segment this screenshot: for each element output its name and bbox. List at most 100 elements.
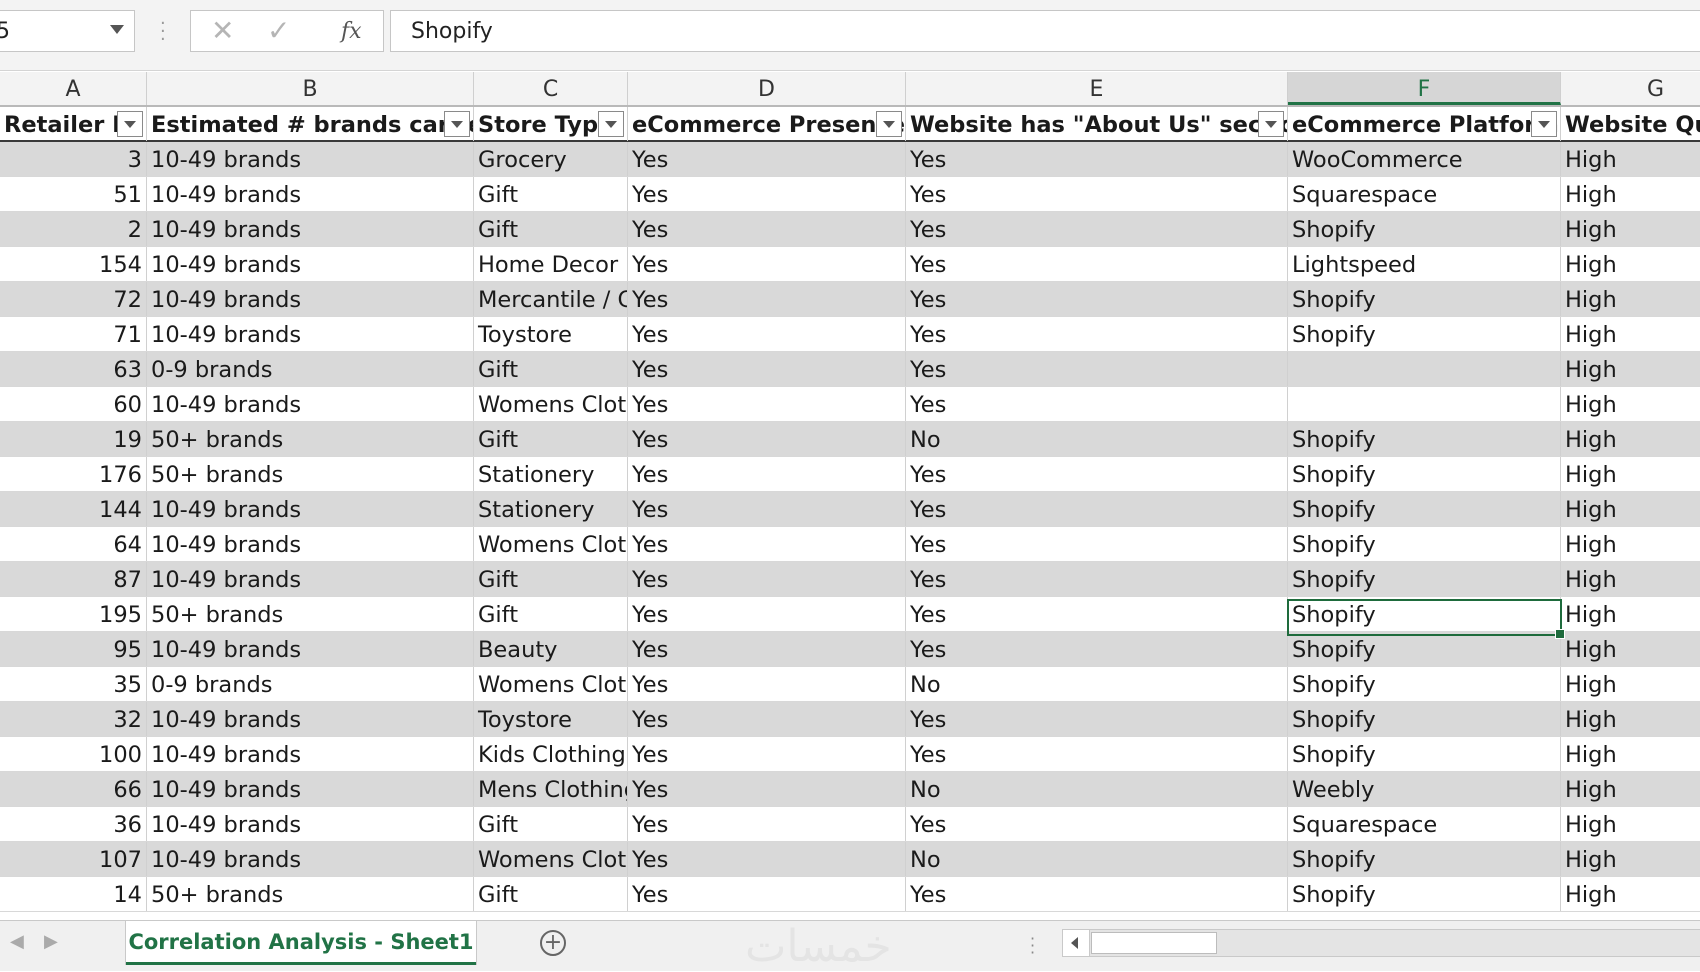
- horizontal-scrollbar[interactable]: [1062, 929, 1700, 957]
- cell-retailer-id[interactable]: 154: [0, 247, 147, 281]
- cell-retailer-id[interactable]: 144: [0, 492, 147, 526]
- cell-brands-carried[interactable]: 10-49 brands: [147, 702, 474, 736]
- cell-retailer-id[interactable]: 95: [0, 632, 147, 666]
- cell-about-us-section[interactable]: Yes: [906, 807, 1288, 841]
- filter-dropdown-icon[interactable]: [876, 111, 902, 137]
- cell-brands-carried[interactable]: 10-49 brands: [147, 562, 474, 596]
- cell-ecommerce-presence[interactable]: Yes: [628, 492, 906, 526]
- column-header-e[interactable]: E: [906, 72, 1288, 105]
- cell-brands-carried[interactable]: 10-49 brands: [147, 632, 474, 666]
- filter-dropdown-icon[interactable]: [117, 111, 143, 137]
- cell-ecommerce-platform[interactable]: Shopify: [1288, 282, 1561, 316]
- splitter-handle-icon[interactable]: · · ·: [1030, 931, 1035, 961]
- cell-about-us-section[interactable]: Yes: [906, 597, 1288, 631]
- column-header-b[interactable]: B: [147, 72, 474, 105]
- column-header-a[interactable]: A: [0, 72, 147, 105]
- cell-brands-carried[interactable]: 50+ brands: [147, 877, 474, 911]
- filter-dropdown-icon[interactable]: [1531, 111, 1557, 137]
- cell-ecommerce-presence[interactable]: Yes: [628, 247, 906, 281]
- cell-about-us-section[interactable]: Yes: [906, 212, 1288, 246]
- cell-ecommerce-presence[interactable]: Yes: [628, 842, 906, 876]
- cell-about-us-section[interactable]: Yes: [906, 142, 1288, 176]
- cell-ecommerce-platform[interactable]: Shopify: [1288, 667, 1561, 701]
- cell-ecommerce-platform[interactable]: Shopify: [1288, 842, 1561, 876]
- cell-ecommerce-presence[interactable]: Yes: [628, 457, 906, 491]
- column-header-f[interactable]: F: [1288, 72, 1561, 105]
- cell-brands-carried[interactable]: 50+ brands: [147, 597, 474, 631]
- header-cell-brands-carried[interactable]: Estimated # brands carried: [147, 107, 474, 141]
- cell-website-quality[interactable]: High: [1561, 352, 1700, 386]
- cell-website-quality[interactable]: High: [1561, 842, 1700, 876]
- cell-store-type[interactable]: Stationery: [474, 492, 628, 526]
- cell-brands-carried[interactable]: 10-49 brands: [147, 247, 474, 281]
- cell-website-quality[interactable]: High: [1561, 737, 1700, 771]
- cell-ecommerce-platform[interactable]: Shopify: [1288, 632, 1561, 666]
- cell-about-us-section[interactable]: Yes: [906, 877, 1288, 911]
- cell-store-type[interactable]: Mercantile / G: [474, 282, 628, 316]
- cell-ecommerce-platform[interactable]: Lightspeed: [1288, 247, 1561, 281]
- filter-dropdown-icon[interactable]: [444, 111, 470, 137]
- cell-retailer-id[interactable]: 36: [0, 807, 147, 841]
- cell-about-us-section[interactable]: Yes: [906, 352, 1288, 386]
- cell-ecommerce-presence[interactable]: Yes: [628, 562, 906, 596]
- header-cell-ecommerce-platform[interactable]: eCommerce Platform: [1288, 107, 1561, 141]
- cell-website-quality[interactable]: High: [1561, 282, 1700, 316]
- column-header-g[interactable]: G: [1561, 72, 1700, 105]
- cell-store-type[interactable]: Beauty: [474, 632, 628, 666]
- cell-brands-carried[interactable]: 50+ brands: [147, 457, 474, 491]
- cell-website-quality[interactable]: High: [1561, 247, 1700, 281]
- cell-ecommerce-platform[interactable]: Shopify: [1288, 527, 1561, 561]
- cell-store-type[interactable]: Home Decor: [474, 247, 628, 281]
- enter-icon[interactable]: ✓: [267, 14, 290, 47]
- cell-about-us-section[interactable]: Yes: [906, 247, 1288, 281]
- cell-store-type[interactable]: Gift: [474, 807, 628, 841]
- scroll-tabs-left-icon[interactable]: ◀: [10, 931, 24, 952]
- cell-store-type[interactable]: Grocery: [474, 142, 628, 176]
- cell-store-type[interactable]: Gift: [474, 562, 628, 596]
- cell-ecommerce-presence[interactable]: Yes: [628, 317, 906, 351]
- column-header-d[interactable]: D: [628, 72, 906, 105]
- cell-ecommerce-platform[interactable]: [1288, 352, 1561, 386]
- cell-brands-carried[interactable]: 10-49 brands: [147, 737, 474, 771]
- cell-website-quality[interactable]: High: [1561, 317, 1700, 351]
- cell-store-type[interactable]: Womens Clot: [474, 842, 628, 876]
- cell-retailer-id[interactable]: 51: [0, 177, 147, 211]
- cell-brands-carried[interactable]: 0-9 brands: [147, 667, 474, 701]
- cell-retailer-id[interactable]: 107: [0, 842, 147, 876]
- cell-retailer-id[interactable]: 71: [0, 317, 147, 351]
- cell-about-us-section[interactable]: Yes: [906, 317, 1288, 351]
- cell-website-quality[interactable]: High: [1561, 527, 1700, 561]
- cell-brands-carried[interactable]: 10-49 brands: [147, 842, 474, 876]
- cell-ecommerce-presence[interactable]: Yes: [628, 597, 906, 631]
- cell-retailer-id[interactable]: 32: [0, 702, 147, 736]
- cell-brands-carried[interactable]: 10-49 brands: [147, 142, 474, 176]
- cell-ecommerce-presence[interactable]: Yes: [628, 177, 906, 211]
- cell-ecommerce-platform[interactable]: Shopify: [1288, 492, 1561, 526]
- cell-retailer-id[interactable]: 66: [0, 772, 147, 806]
- cell-brands-carried[interactable]: 10-49 brands: [147, 317, 474, 351]
- cell-brands-carried[interactable]: 10-49 brands: [147, 807, 474, 841]
- cell-ecommerce-platform[interactable]: Shopify: [1288, 877, 1561, 911]
- cell-ecommerce-presence[interactable]: Yes: [628, 632, 906, 666]
- cell-website-quality[interactable]: High: [1561, 702, 1700, 736]
- cell-ecommerce-presence[interactable]: Yes: [628, 282, 906, 316]
- cell-ecommerce-platform[interactable]: Shopify: [1288, 457, 1561, 491]
- cell-store-type[interactable]: Gift: [474, 877, 628, 911]
- cell-retailer-id[interactable]: 64: [0, 527, 147, 561]
- cell-ecommerce-presence[interactable]: Yes: [628, 142, 906, 176]
- cell-retailer-id[interactable]: 100: [0, 737, 147, 771]
- cell-brands-carried[interactable]: 10-49 brands: [147, 772, 474, 806]
- cell-about-us-section[interactable]: Yes: [906, 282, 1288, 316]
- cell-ecommerce-presence[interactable]: Yes: [628, 737, 906, 771]
- cell-ecommerce-platform[interactable]: Shopify: [1288, 422, 1561, 456]
- cell-website-quality[interactable]: High: [1561, 772, 1700, 806]
- cell-store-type[interactable]: Gift: [474, 352, 628, 386]
- cell-brands-carried[interactable]: 50+ brands: [147, 422, 474, 456]
- cell-ecommerce-presence[interactable]: Yes: [628, 212, 906, 246]
- cell-ecommerce-platform[interactable]: Shopify: [1288, 317, 1561, 351]
- cell-store-type[interactable]: Gift: [474, 177, 628, 211]
- cell-about-us-section[interactable]: Yes: [906, 177, 1288, 211]
- cell-store-type[interactable]: Kids Clothing: [474, 737, 628, 771]
- header-cell-website-quality[interactable]: Website Qua: [1561, 107, 1700, 141]
- cell-store-type[interactable]: Toystore: [474, 702, 628, 736]
